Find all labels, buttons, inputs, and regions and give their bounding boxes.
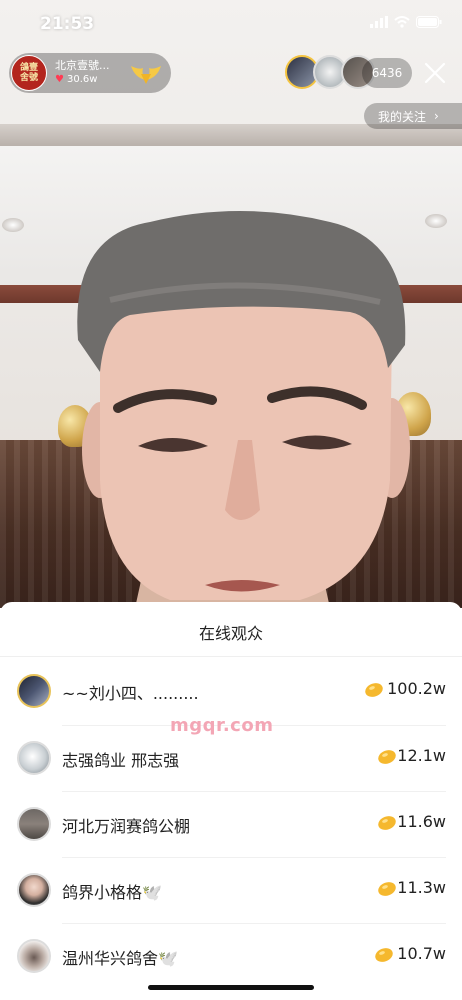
host-avatar[interactable]: 鴿壹舍號 <box>11 55 47 91</box>
home-indicator[interactable] <box>148 985 314 990</box>
wings-badge-icon <box>131 66 161 84</box>
signal-icon <box>370 16 388 28</box>
viewer-row[interactable]: 温州华兴鸽舍🕊️ 10.7w <box>0 923 462 989</box>
host-likes-count: 30.6w <box>66 74 98 85</box>
my-follows-button[interactable]: 我的关注 › <box>364 103 462 129</box>
watermark-text: mgqr.com <box>170 715 274 736</box>
coin-icon <box>375 948 393 962</box>
viewer-row[interactable]: 鸽界小格格🕊️ 11.3w <box>0 857 462 923</box>
row-separator <box>62 791 446 792</box>
coin-icon <box>365 683 383 697</box>
status-icons <box>370 16 442 28</box>
viewer-avatar[interactable] <box>17 873 51 907</box>
viewer-name: 温州华兴鸽舍🕊️ <box>62 949 178 968</box>
close-icon[interactable] <box>422 60 448 86</box>
panel-title: 在线观众 <box>198 624 263 643</box>
panel-divider <box>0 656 462 657</box>
coin-icon <box>378 816 396 830</box>
viewer-score: 11.6w <box>397 812 446 831</box>
wifi-icon <box>394 16 410 28</box>
viewer-score: 10.7w <box>397 944 446 963</box>
my-follows-label: 我的关注 <box>378 109 427 124</box>
viewer-score: 11.3w <box>397 878 446 897</box>
viewer-score: 100.2w <box>387 679 446 698</box>
viewer-name: 鸽界小格格🕊️ <box>62 883 162 902</box>
viewer-name: ~~刘小四、......... <box>62 684 199 703</box>
viewer-name: 河北万润赛鸽公棚 <box>62 817 191 836</box>
row-separator <box>62 857 446 858</box>
host-info-pill[interactable]: 鴿壹舍號 北京壹號... ♥ 30.6w <box>9 53 171 93</box>
viewer-avatar[interactable] <box>17 939 51 973</box>
viewer-avatar[interactable] <box>17 807 51 841</box>
host-name: 北京壹號... <box>55 59 110 72</box>
viewer-avatar[interactable] <box>17 741 51 775</box>
host-info: 北京壹號... ♥ 30.6w <box>55 59 110 87</box>
battery-icon <box>416 16 442 28</box>
viewer-score: 12.1w <box>397 746 446 765</box>
row-separator <box>62 923 446 924</box>
heart-icon: ♥ <box>55 74 64 85</box>
chevron-right-icon: › <box>434 109 439 123</box>
viewer-row[interactable]: 河北万润赛鸽公棚 11.6w <box>0 791 462 857</box>
viewer-count[interactable]: 6436 <box>362 58 412 88</box>
viewer-avatar[interactable] <box>17 674 51 708</box>
online-audience-panel: 在线观众 ~~刘小四、......... 100.2w 志强鸽业 邢志强 12.… <box>0 602 462 1000</box>
coin-icon <box>378 882 396 896</box>
viewer-name: 志强鸽业 邢志强 <box>62 751 180 770</box>
host-likes: ♥ 30.6w <box>55 73 110 87</box>
coin-icon <box>378 750 396 764</box>
status-time: 21:53 <box>40 14 95 34</box>
